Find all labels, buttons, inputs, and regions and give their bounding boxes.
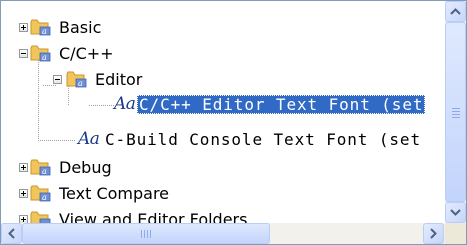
scroll-grip-icon	[147, 230, 148, 238]
scroll-grip-icon	[150, 230, 151, 238]
vertical-scroll-thumb[interactable]	[445, 22, 466, 202]
scroll-grip-icon	[141, 230, 142, 238]
tree-item-cpp-editor-text-font[interactable]: Aa C/C++ Editor Text Font (set	[1, 79, 445, 114]
scroll-grip-icon	[144, 230, 145, 238]
expand-toggle-icon[interactable]	[19, 215, 28, 223]
tree-item-view-and-editor-folders[interactable]: View and Editor Folders	[1, 193, 445, 223]
tree-item-label: View and Editor Folders	[59, 210, 248, 223]
tree-item-basic[interactable]: a Basic	[1, 1, 445, 37]
horizontal-scrollbar[interactable]	[1, 223, 445, 244]
tree-connector-line	[89, 105, 114, 106]
folder-font-icon	[30, 211, 51, 223]
vertical-scrollbar[interactable]	[445, 1, 466, 223]
scroll-up-button[interactable]	[445, 1, 466, 22]
scroll-right-button[interactable]	[423, 223, 444, 244]
chevron-up-icon	[450, 8, 461, 15]
scrollbar-corner	[445, 223, 466, 244]
chevron-left-icon	[8, 228, 15, 239]
chevron-right-icon	[430, 228, 437, 239]
font-aa-icon: Aa	[114, 94, 136, 114]
scroll-down-button[interactable]	[445, 202, 466, 223]
tree-viewport: a Basic a C/C++ a Editor Aa C/C++ Editor…	[1, 1, 445, 223]
tree-item-label: C/C++ Editor Text Font (set	[137, 95, 426, 114]
chevron-down-icon	[450, 209, 461, 216]
tree-item-editor[interactable]: a Editor	[1, 53, 445, 89]
scroll-grip-icon	[452, 108, 460, 109]
tree-item-debug[interactable]: a Debug	[1, 141, 445, 177]
scroll-grip-icon	[452, 114, 460, 115]
scroll-grip-icon	[452, 111, 460, 112]
scroll-left-button[interactable]	[1, 223, 22, 244]
tree-item-cbuild-console-text-font[interactable]: Aa C-Build Console Text Font (set	[1, 114, 445, 150]
tree-item-text-compare[interactable]: a Text Compare	[1, 167, 445, 203]
scroll-grip-icon	[452, 117, 460, 118]
horizontal-scroll-thumb[interactable]	[22, 223, 270, 244]
tree-item-c-cpp[interactable]: a C/C++	[1, 27, 445, 63]
font-preferences-tree: a Basic a C/C++ a Editor Aa C/C++ Editor…	[0, 0, 467, 245]
